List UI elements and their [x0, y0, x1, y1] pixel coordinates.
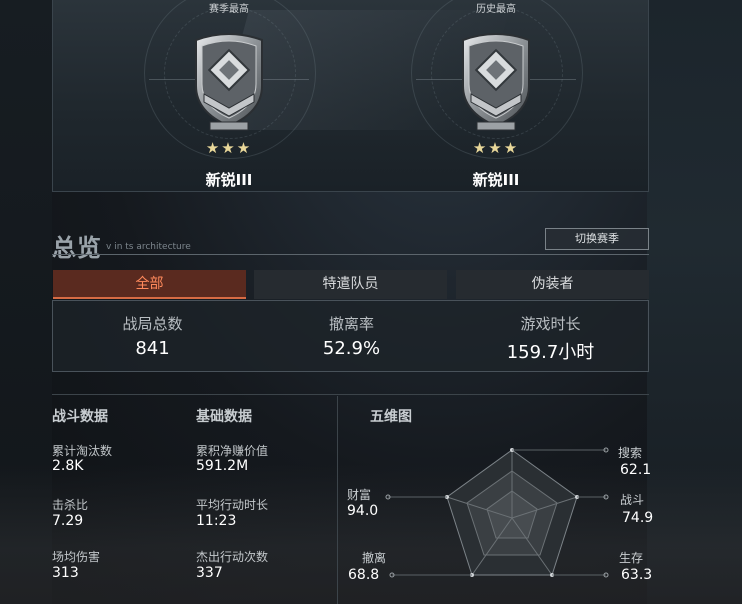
radar-label-search: 搜索: [618, 446, 643, 460]
radar-chart: [385, 447, 609, 578]
stat-total-matches: 战局总数 841: [53, 313, 252, 359]
rank-caption: 赛季最高: [209, 4, 249, 15]
stat-value: 52.9%: [322, 338, 381, 359]
combat-value: 313: [52, 565, 79, 581]
radar-label-combat: 战斗: [620, 493, 645, 507]
combat-label: 场均伤害: [52, 550, 101, 564]
radar-label-wealth: 财富: [347, 488, 372, 502]
combat-value: 7.29: [52, 513, 84, 529]
combat-data-title: 战斗数据: [52, 409, 108, 425]
rank-shield-icon: [195, 33, 263, 131]
rank-shield-icon: [462, 33, 530, 131]
tab-operatives[interactable]: 特遣队员: [254, 270, 447, 299]
rank-panel: 赛季最高 ★★★ 新锐III 历史最高 ★★★ 新锐III: [52, 0, 649, 192]
rank-name: 新锐III: [205, 171, 253, 189]
basic-data-title: 基础数据: [196, 409, 252, 425]
divider: [337, 396, 338, 604]
summary-stats: 战局总数 841 撤离率 52.9% 游戏时长 159.7小时: [52, 300, 649, 372]
switch-season-button[interactable]: 切换赛季: [545, 228, 649, 250]
radar-value-combat: 74.9: [622, 510, 654, 526]
rank-caption: 历史最高: [476, 4, 516, 15]
overview-subtitle: v in ts architecture: [106, 242, 191, 252]
season-best-rank: 赛季最高 ★★★ 新锐III: [129, 0, 329, 191]
basic-value: 11:23: [196, 513, 237, 529]
divider: [52, 394, 649, 395]
divider: [52, 254, 649, 255]
stat-label: 游戏时长: [520, 315, 581, 333]
basic-value: 591.2M: [196, 458, 249, 474]
basic-value: 337: [196, 565, 223, 581]
combat-label: 累计淘汰数: [52, 444, 113, 458]
stat-value: 159.7小时: [506, 342, 595, 363]
combat-label: 击杀比: [52, 498, 89, 512]
basic-label: 累积净赚价值: [196, 444, 269, 458]
basic-label: 杰出行动次数: [196, 550, 269, 564]
overview-title: 总览: [52, 234, 102, 262]
radar-label-survival: 生存: [619, 551, 644, 565]
radar-value-extraction: 68.8: [348, 567, 380, 583]
rank-name: 新锐III: [472, 171, 520, 189]
radar-value-search: 62.1: [620, 462, 652, 478]
stat-label: 撤离率: [328, 315, 374, 333]
radar-value-wealth: 94.0: [347, 503, 379, 519]
radar-title: 五维图: [370, 409, 412, 425]
rank-stars: ★★★: [205, 139, 253, 157]
radar-label-extraction: 撤离: [362, 551, 387, 565]
stat-label: 战局总数: [122, 315, 183, 333]
tab-all[interactable]: 全部: [53, 270, 246, 299]
stat-play-time: 游戏时长 159.7小时: [451, 313, 650, 364]
history-best-rank: 历史最高 ★★★ 新锐III: [396, 0, 596, 191]
basic-label: 平均行动时长: [196, 498, 269, 512]
combat-value: 2.8K: [52, 458, 84, 474]
tab-disguiser[interactable]: 伪装者: [456, 270, 649, 299]
stat-value: 841: [135, 338, 170, 359]
rank-stars: ★★★: [472, 139, 520, 157]
stat-extraction-rate: 撤离率 52.9%: [252, 313, 451, 359]
radar-value-survival: 63.3: [621, 567, 653, 583]
